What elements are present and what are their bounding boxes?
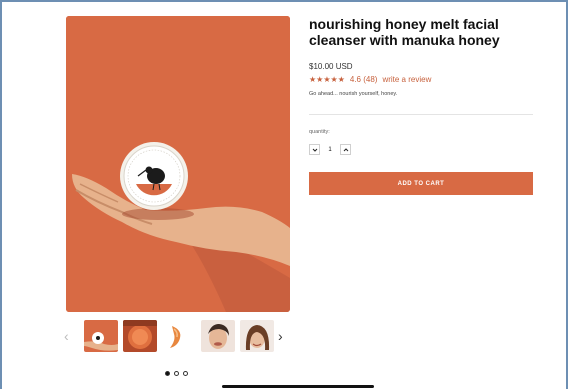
divider: [309, 114, 533, 115]
chevron-down-icon: [312, 148, 317, 152]
product-tagline: Go ahead... nourish yourself, honey.: [309, 91, 398, 97]
thumbnail-image: [123, 320, 157, 352]
thumbnail-3[interactable]: [162, 320, 196, 352]
thumbnail-image: [201, 320, 235, 352]
thumbnail-5[interactable]: [240, 320, 274, 352]
pagination-dot-1[interactable]: [165, 371, 170, 376]
product-price: $10.00 USD: [309, 62, 353, 71]
thumbnail-1[interactable]: [84, 320, 118, 352]
thumbnail-image: [240, 320, 274, 352]
thumbnail-image: [162, 320, 196, 352]
pagination-dot-3[interactable]: [183, 371, 188, 376]
gallery-prev-arrow[interactable]: ‹: [64, 328, 69, 344]
product-photo: [66, 16, 290, 312]
chevron-up-icon: [343, 147, 348, 151]
thumbnail-4[interactable]: [201, 320, 235, 352]
quantity-stepper: 1: [309, 144, 351, 155]
add-to-cart-button[interactable]: ADD TO CART: [309, 172, 533, 195]
gallery-next-arrow[interactable]: ›: [278, 328, 283, 344]
gallery-pagination: [165, 371, 188, 376]
pagination-dot-2[interactable]: [174, 371, 179, 376]
home-indicator: [222, 385, 374, 388]
thumbnail-image: [84, 320, 118, 352]
quantity-label: quantity:: [309, 129, 330, 135]
thumbnail-2[interactable]: [123, 320, 157, 352]
quantity-value[interactable]: 1: [324, 147, 336, 153]
rating-value[interactable]: 4.6 (48): [350, 75, 378, 84]
rating-stars: ★★★★★: [309, 75, 345, 84]
product-main-image[interactable]: [66, 16, 290, 312]
write-review-link[interactable]: write a review: [382, 75, 431, 84]
decrement-button[interactable]: [309, 144, 320, 155]
increment-button[interactable]: [340, 144, 351, 155]
thumbnail-strip: ‹ ›: [64, 318, 294, 354]
product-title: nourishing honey melt facial cleanser wi…: [309, 16, 500, 48]
rating-row: ★★★★★ 4.6 (48) write a review: [309, 75, 431, 84]
